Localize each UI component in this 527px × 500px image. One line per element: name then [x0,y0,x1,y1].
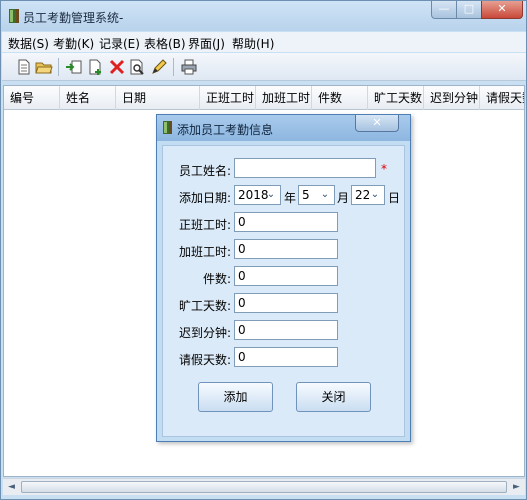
open-folder-icon[interactable] [35,58,53,76]
column-header-overtime-hours[interactable]: 加班工时 [256,86,312,110]
menu-bar: 数据(S) 考勤(K) 记录(E) 表格(B) 界面(J) 帮助(H) [2,32,526,52]
scroll-right-arrow-icon[interactable]: ► [508,479,525,495]
month-value: 5 [302,188,310,202]
new-file-icon[interactable] [15,58,33,76]
dialog-close-button[interactable]: ✕ [355,115,399,132]
import-icon[interactable] [65,58,83,76]
dialog-title-bar[interactable]: 添加员工考勤信息 ✕ [157,115,410,141]
day-select[interactable]: 22 ⌄ [351,185,385,205]
absent-days-label: 旷工天数: [178,299,231,313]
late-minutes-label: 迟到分钟: [178,326,231,340]
year-select[interactable]: 2018 ⌄ [234,185,281,205]
menu-records[interactable]: 记录(E) [99,35,140,52]
dialog-form: 员工姓名: * 添加日期: 2018 ⌄ 年 5 ⌄ 月 22 ⌄ 日 正班工时… [162,145,405,437]
employee-name-label: 员工姓名: [178,164,231,178]
pieces-input[interactable]: 0 [234,266,338,286]
chevron-down-icon[interactable]: ⌄ [264,187,278,203]
month-unit: 月 [337,191,350,205]
close-button[interactable]: ✕ [481,1,523,19]
toolbar-separator [58,58,59,76]
regular-hours-label: 正班工时: [178,218,231,232]
window-title: 员工考勤管理系统- [23,11,124,25]
menu-table[interactable]: 表格(B) [144,35,186,52]
column-header-leave-days[interactable]: 请假天数 [480,86,524,110]
year-unit: 年 [284,191,297,205]
table-header: 编号 姓名 日期 正班工时 加班工时 件数 旷工天数 迟到分钟 请假天数 [4,86,524,110]
print-icon[interactable] [180,58,198,76]
horizontal-scrollbar[interactable]: ◄ ► [3,478,525,495]
add-button[interactable]: 添加 [198,382,273,412]
absent-days-input[interactable]: 0 [234,293,338,313]
app-book-icon [163,121,172,134]
chevron-down-icon[interactable]: ⌄ [368,187,382,203]
minimize-button[interactable]: — [431,1,457,19]
month-select[interactable]: 5 ⌄ [298,185,335,205]
add-attendance-dialog: 添加员工考勤信息 ✕ 员工姓名: * 添加日期: 2018 ⌄ 年 5 ⌄ 月 … [156,114,411,442]
column-header-absent-days[interactable]: 旷工天数 [368,86,424,110]
pieces-label: 件数: [202,272,231,286]
maximize-button[interactable]: □ [456,1,482,19]
dialog-title: 添加员工考勤信息 [177,123,274,137]
column-header-id[interactable]: 编号 [4,86,60,110]
leave-days-label: 请假天数: [178,353,231,367]
menu-interface[interactable]: 界面(J) [188,35,225,52]
scroll-left-arrow-icon[interactable]: ◄ [3,479,20,495]
day-unit: 日 [388,191,401,205]
menu-data[interactable]: 数据(S) [8,35,49,52]
toolbar [2,53,526,81]
column-header-late-minutes[interactable]: 迟到分钟 [424,86,480,110]
leave-days-input[interactable]: 0 [234,347,338,367]
close-dialog-button[interactable]: 关闭 [296,382,371,412]
column-header-regular-hours[interactable]: 正班工时 [200,86,256,110]
required-mark: * [381,162,387,176]
overtime-hours-input[interactable]: 0 [234,239,338,259]
preview-icon[interactable] [128,58,146,76]
column-header-date[interactable]: 日期 [116,86,200,110]
menu-help[interactable]: 帮助(H) [232,35,274,52]
late-minutes-input[interactable]: 0 [234,320,338,340]
employee-name-input[interactable] [234,158,376,178]
edit-pencil-icon[interactable] [150,58,168,76]
scrollbar-thumb[interactable] [21,481,507,493]
overtime-hours-label: 加班工时: [178,245,231,259]
add-date-label: 添加日期: [178,191,231,205]
app-book-icon [9,9,19,23]
toolbar-separator [173,58,174,76]
chevron-down-icon[interactable]: ⌄ [318,187,332,203]
regular-hours-input[interactable]: 0 [234,212,338,232]
add-document-icon[interactable] [86,58,104,76]
column-header-name[interactable]: 姓名 [60,86,116,110]
title-bar[interactable]: 员工考勤管理系统- — □ ✕ [1,1,526,31]
column-header-pieces[interactable]: 件数 [312,86,368,110]
delete-icon[interactable] [108,58,126,76]
menu-attendance[interactable]: 考勤(K) [53,35,94,52]
